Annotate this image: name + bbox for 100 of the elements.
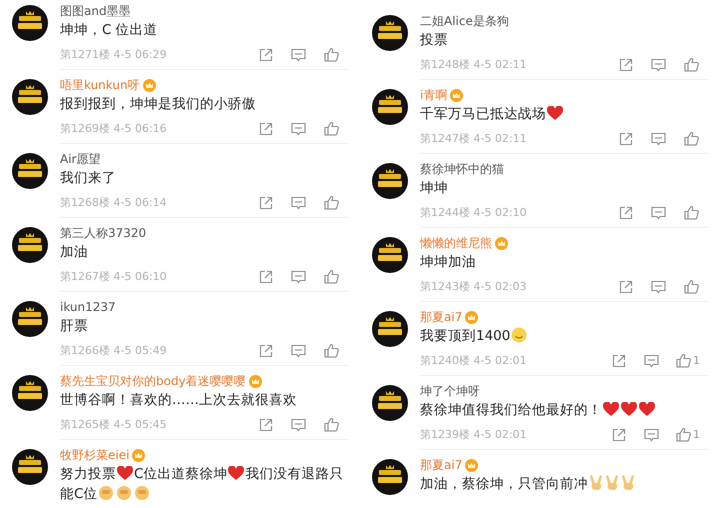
floor-and-time: 第1266楼 4-5 05:49	[60, 343, 168, 358]
avatar-icon	[372, 311, 408, 347]
share-icon	[618, 132, 632, 146]
user-name[interactable]: 二姐Alice是条狗	[420, 13, 509, 30]
user-name[interactable]: 懒懒的维尼熊	[420, 235, 492, 252]
user-name[interactable]: 蔡先生宝贝对你的body着迷嘤嘤嘤	[60, 373, 246, 390]
thumbs-up-icon	[324, 269, 339, 284]
crown-badge-icon	[450, 89, 464, 102]
floor-and-time: 第1240楼 4-5 02:01	[420, 353, 528, 368]
crown-badge-icon	[465, 459, 478, 472]
comment-icon	[651, 280, 666, 294]
comment-icon	[651, 206, 666, 220]
avatar-icon	[372, 89, 408, 125]
comment-icon	[291, 196, 306, 210]
floor-and-time: 第1269楼 4-5 06:16	[60, 121, 168, 136]
user-name[interactable]: 第三人称37320	[60, 225, 146, 242]
comment-text: 加油，蔡徐坤，只管向前冲	[420, 474, 708, 494]
avatar-icon	[12, 375, 48, 411]
share-icon	[618, 58, 632, 72]
crown-badge-icon	[495, 237, 508, 250]
comment-icon	[644, 428, 659, 442]
thumbs-up-icon	[324, 417, 339, 432]
comment-text: 坤坤	[420, 179, 449, 198]
floor-and-time: 第1265楼 4-5 05:45	[60, 417, 168, 432]
smile-face-icon	[511, 327, 528, 343]
avatar-icon	[12, 301, 48, 337]
heart-icon	[547, 106, 563, 121]
crown-badge-icon	[142, 79, 156, 92]
user-name[interactable]: 那夏ai7	[420, 457, 462, 474]
thumbs-up-icon	[324, 195, 339, 210]
like-button[interactable]: 1	[668, 353, 708, 368]
comment-icon	[291, 344, 306, 358]
avatar-icon	[12, 5, 48, 41]
heart-icon	[621, 402, 637, 417]
comment-icon	[644, 354, 659, 368]
heart-icon	[228, 466, 244, 481]
thumbs-up-icon	[676, 427, 691, 442]
share-icon	[258, 122, 272, 136]
thumbs-up-icon	[684, 57, 699, 72]
user-name[interactable]: i青啊	[420, 87, 448, 104]
floor-and-time: 第1244楼 4-5 02:10	[420, 205, 528, 220]
avatar-icon	[12, 227, 48, 263]
thumbs-up-icon	[324, 47, 339, 62]
comment-icon	[291, 48, 306, 62]
comment-text: 坤坤加油	[420, 253, 477, 272]
share-icon	[258, 270, 272, 284]
crown-badge-icon	[132, 449, 146, 462]
share-icon	[618, 280, 632, 294]
avatar-icon	[372, 459, 408, 495]
user-name[interactable]: 唔里kunkun呀	[60, 77, 140, 94]
comment-text: 肝票	[60, 317, 89, 336]
heart-icon	[603, 402, 619, 417]
like-button[interactable]: 1	[668, 427, 708, 442]
avatar-icon	[12, 79, 48, 115]
share-icon	[258, 196, 272, 210]
comment-icon	[651, 132, 666, 146]
heart-icon	[117, 466, 133, 481]
comment-text: 千军万马已抵达战场	[420, 104, 708, 124]
comment-text: 努力投票 C位出道蔡徐坤 我们没有退路只能C位	[60, 465, 344, 504]
comment-text: 蔡徐坤值得我们给他最好的！	[420, 400, 708, 420]
victory-hand-icon	[589, 474, 603, 491]
share-icon	[612, 428, 626, 442]
share-icon	[258, 48, 272, 62]
comment-icon	[291, 122, 306, 136]
comment-text: 我要顶到1400	[420, 326, 708, 346]
user-name[interactable]: 那夏ai7	[420, 309, 462, 326]
share-icon	[612, 354, 626, 368]
crown-badge-icon	[465, 311, 478, 324]
comment-text: 世博谷啊！喜欢的……上次去就很喜欢	[60, 391, 298, 410]
user-name[interactable]: Air愿望	[60, 151, 100, 168]
share-icon	[258, 418, 272, 432]
share-icon	[258, 344, 272, 358]
comment-icon	[291, 418, 306, 432]
avatar-icon	[12, 153, 48, 189]
floor-and-time: 第1247楼 4-5 02:11	[420, 131, 528, 146]
user-name[interactable]: 图图and墨墨	[60, 3, 131, 20]
avatar-icon	[372, 15, 408, 51]
avatar-icon	[372, 385, 408, 421]
comment-text: 报到报到，坤坤是我们的小骄傲	[60, 95, 257, 114]
user-name[interactable]: 蔡徐坤怀中的猫	[420, 161, 504, 178]
floor-and-time: 第1243楼 4-5 02:03	[420, 279, 528, 294]
comment-text: 坤坤，C 位出道	[60, 21, 159, 40]
thumbs-up-icon	[676, 353, 691, 368]
avatar-icon	[12, 449, 48, 485]
thumbs-up-icon	[324, 121, 339, 136]
avatar-icon	[372, 163, 408, 199]
floor-and-time: 第1239楼 4-5 02:01	[420, 427, 528, 442]
thumbs-up-icon	[684, 131, 699, 146]
user-name[interactable]: 牧野杉菜eiei	[60, 447, 130, 464]
comment-text: 投票	[420, 31, 449, 50]
floor-and-time: 第1271楼 4-5 06:29	[60, 47, 168, 62]
avatar-icon	[372, 237, 408, 273]
crown-badge-icon	[248, 375, 262, 388]
comment-icon	[291, 270, 306, 284]
thumbs-up-icon	[684, 205, 699, 220]
thumbs-up-icon	[324, 343, 339, 358]
heart-icon	[639, 402, 655, 417]
victory-hand-icon	[621, 474, 635, 491]
user-name[interactable]: 坤了个坤呀	[420, 383, 480, 400]
user-name[interactable]: ikun1237	[60, 299, 116, 316]
